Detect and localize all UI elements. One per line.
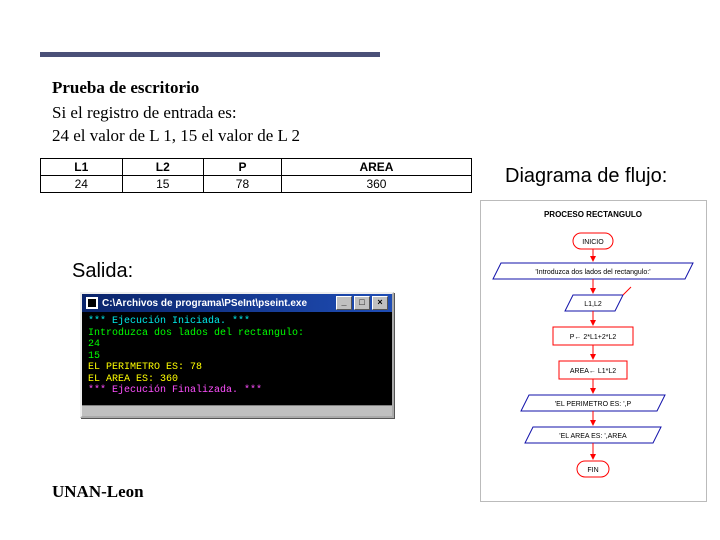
close-button[interactable]: ×	[372, 296, 388, 310]
col-l1: L1	[41, 159, 123, 176]
console-line: *** Ejecución Finalizada. ***	[88, 385, 386, 397]
desk-check-line-1: Si el registro de entrada es:	[52, 102, 462, 125]
console-app-icon	[86, 297, 98, 309]
console-line: EL AREA ES: 360	[88, 374, 386, 386]
flowchart: PROCESO RECTANGULO INICIO 'Introduzca do…	[480, 200, 707, 502]
output-label: Salida:	[72, 260, 133, 283]
trace-table: L1 L2 P AREA 24 15 78 360	[40, 158, 472, 193]
col-l2: L2	[122, 159, 204, 176]
console-output: *** Ejecución Iniciada. *** Introduzca d…	[82, 312, 392, 405]
console-line: 15	[88, 351, 386, 363]
console-line: 24	[88, 339, 386, 351]
flow-output-perimeter-text: 'EL PERIMETRO ES: ',P	[555, 401, 632, 408]
cell-area: 360	[281, 176, 471, 193]
flow-end-text: FIN	[587, 467, 598, 474]
col-area: AREA	[281, 159, 471, 176]
table-header-row: L1 L2 P AREA	[41, 159, 472, 176]
console-title-text: C:\Archivos de programa\PSeInt\pseint.ex…	[102, 298, 307, 309]
col-p: P	[204, 159, 282, 176]
flow-output-prompt-text: 'Introduzca dos lados del rectangulo:'	[535, 269, 650, 276]
desk-check-block: Prueba de escritorio Si el registro de e…	[52, 78, 462, 148]
cell-l2: 15	[122, 176, 204, 193]
console-title-bar: C:\Archivos de programa\PSeInt\pseint.ex…	[82, 294, 392, 312]
console-status-bar	[82, 405, 392, 416]
minimize-button[interactable]: _	[336, 296, 352, 310]
flow-start-text: INICIO	[582, 239, 604, 246]
footer-text: UNAN-Leon	[52, 482, 144, 502]
maximize-button[interactable]: □	[354, 296, 370, 310]
flow-process-p-text: P← 2*L1+2*L2	[570, 334, 617, 341]
desk-check-line-2: 24 el valor de L 1, 15 el valor de L 2	[52, 125, 462, 148]
cell-l1: 24	[41, 176, 123, 193]
table-row: 24 15 78 360	[41, 176, 472, 193]
console-window: C:\Archivos de programa\PSeInt\pseint.ex…	[80, 292, 394, 418]
console-line: *** Ejecución Iniciada. ***	[88, 316, 386, 328]
flow-output-area-text: 'EL AREA ES: ',AREA	[559, 433, 627, 440]
header-rule	[40, 52, 380, 57]
flow-input-text: L1,L2	[584, 301, 602, 308]
flowchart-title: Diagrama de flujo:	[505, 165, 667, 188]
console-line: Introduzca dos lados del rectangulo:	[88, 328, 386, 340]
flow-process-label: PROCESO RECTANGULO	[544, 210, 642, 219]
console-line: EL PERIMETRO ES: 78	[88, 362, 386, 374]
flow-process-area-text: AREA← L1*L2	[570, 368, 616, 375]
cell-p: 78	[204, 176, 282, 193]
desk-check-title: Prueba de escritorio	[52, 78, 462, 98]
